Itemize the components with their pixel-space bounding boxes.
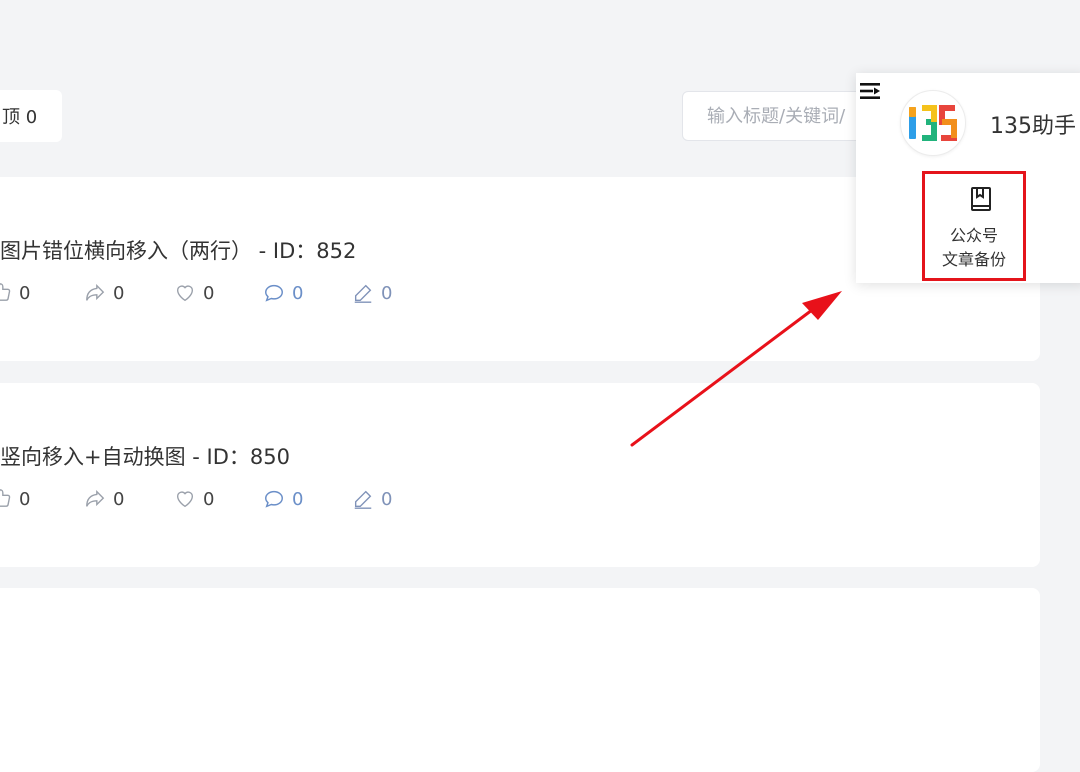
heart-icon <box>176 285 194 302</box>
backup-label-line2: 文章备份 <box>941 250 1006 269</box>
comment-stat[interactable]: 0 <box>263 487 303 511</box>
like-count: 0 <box>19 488 31 510</box>
share-count: 0 <box>113 282 125 304</box>
comment-count: 0 <box>292 488 304 510</box>
app-logo-mark <box>909 105 957 141</box>
app-name: 135助手 <box>990 114 1076 139</box>
template-card[interactable]: 竖向移入+自动换图 - ID：850 0 0 0 0 0 <box>0 383 1040 567</box>
pin-count-chip[interactable]: 顶 0 <box>0 90 62 142</box>
heart-icon <box>176 491 194 508</box>
favorite-stat[interactable]: 0 <box>174 487 214 511</box>
collapse-menu-icon[interactable] <box>860 81 880 101</box>
card-title[interactable]: 图片错位横向移入（两行） - ID：852 <box>0 235 356 265</box>
comment-icon <box>265 284 283 302</box>
app-logo <box>900 90 966 156</box>
article-backup-button[interactable]: 公众号 文章备份 <box>922 171 1026 281</box>
template-card[interactable] <box>0 588 1040 772</box>
like-stat[interactable]: 0 <box>0 281 30 305</box>
favorite-count: 0 <box>203 282 215 304</box>
comment-count: 0 <box>292 282 304 304</box>
pin-count-label: 顶 0 <box>2 107 38 128</box>
thumbs-up-icon <box>0 489 11 507</box>
thumbs-up-icon <box>0 283 11 301</box>
like-stat[interactable]: 0 <box>0 487 30 511</box>
favorite-count: 0 <box>203 488 215 510</box>
comment-stat[interactable]: 0 <box>263 281 303 305</box>
share-icon <box>86 490 105 507</box>
share-icon <box>86 284 105 301</box>
share-count: 0 <box>113 488 125 510</box>
edit-stat[interactable]: 0 <box>352 487 392 511</box>
assistant-popup: 135助手 公众号 文章备份 <box>856 73 1080 283</box>
edit-stat[interactable]: 0 <box>352 281 392 305</box>
card-title[interactable]: 竖向移入+自动换图 - ID：850 <box>0 441 290 471</box>
favorite-stat[interactable]: 0 <box>174 281 214 305</box>
share-stat[interactable]: 0 <box>84 281 124 305</box>
pen-icon <box>354 490 372 509</box>
edit-count: 0 <box>381 488 393 510</box>
share-stat[interactable]: 0 <box>84 487 124 511</box>
backup-book-icon <box>971 187 991 211</box>
edit-count: 0 <box>381 282 393 304</box>
pen-icon <box>354 284 372 303</box>
backup-label-line1: 公众号 <box>949 226 998 245</box>
like-count: 0 <box>19 282 31 304</box>
comment-icon <box>265 490 283 508</box>
